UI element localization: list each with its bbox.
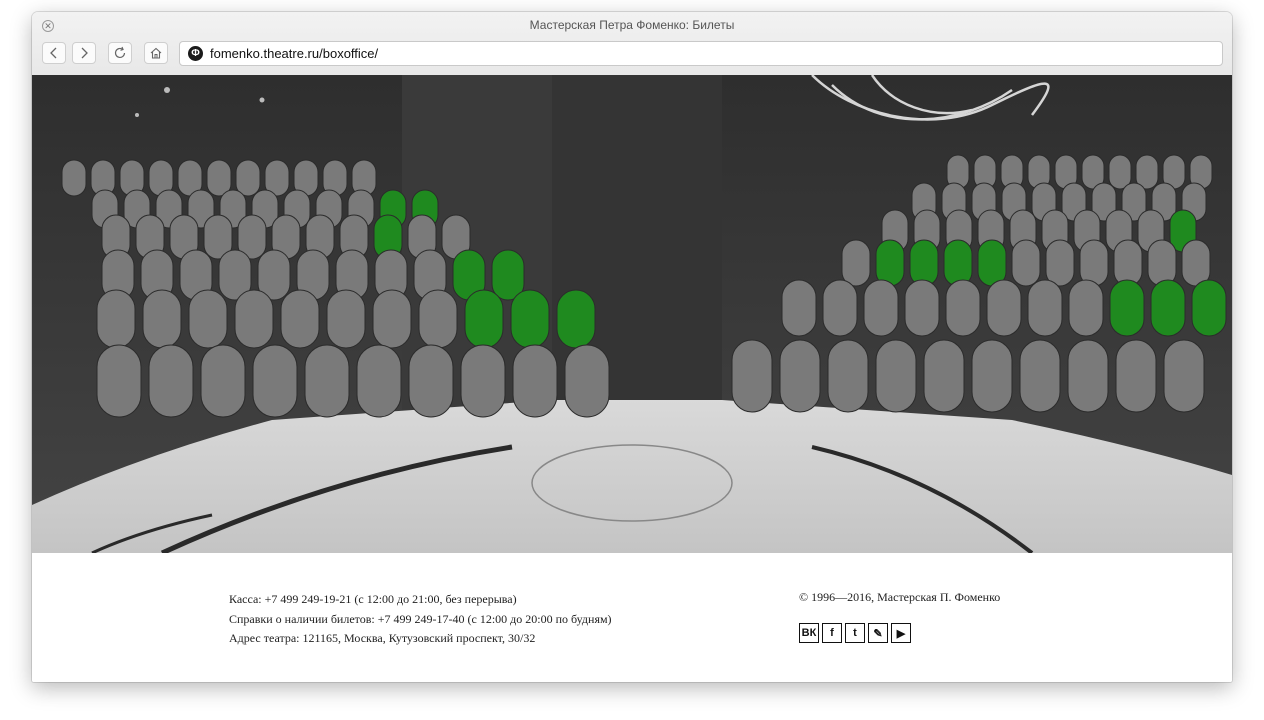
window-title: Мастерская Петра Фоменко: Билеты [529,18,735,32]
seat [1115,339,1157,413]
seat [356,344,402,418]
seat [1068,279,1104,337]
seat [875,239,905,287]
facebook-icon[interactable]: f [822,623,842,643]
seat [252,344,298,418]
seat [1108,154,1132,190]
seat [235,159,261,197]
seat [875,339,917,413]
title-bar: ✕ Мастерская Петра Фоменко: Билеты Ф fom… [32,12,1232,76]
youtube-icon[interactable]: ▶ [891,623,911,643]
reload-icon [114,46,126,59]
seat [564,344,610,418]
seat [188,289,228,349]
seat [304,344,350,418]
copyright-text: © 1996—2016, Мастерская П. Фоменко [799,590,1001,604]
browser-window: ✕ Мастерская Петра Фоменко: Билеты Ф fom… [32,12,1232,682]
seat [408,344,454,418]
seat [781,279,817,337]
seat [372,289,412,349]
seat [1011,239,1041,287]
page-footer: Касса: +7 499 249-19-21 (с 12:00 до 21:0… [32,553,1232,682]
url-text[interactable]: fomenko.theatre.ru/boxoffice/ [210,46,378,61]
seat [464,289,504,349]
seat [148,344,194,418]
seat [779,339,821,413]
box-office-phone: Касса: +7 499 249-19-21 (с 12:00 до 21:0… [229,592,517,606]
seat [491,249,525,301]
seat [1079,239,1109,287]
seat [234,289,274,349]
seat [200,344,246,418]
seat [841,239,871,287]
livejournal-icon[interactable]: ✎ [868,623,888,643]
seat [512,344,558,418]
home-button[interactable] [144,42,168,64]
forward-button[interactable] [72,42,96,64]
theatre-address: Адрес театра: 121165, Москва, Кутузовски… [229,631,536,645]
chevron-left-icon [50,47,57,59]
seat [326,289,366,349]
seat [986,279,1022,337]
seat [1045,239,1075,287]
seat [731,339,773,413]
vk-icon[interactable]: ВК [799,623,819,643]
home-icon [150,47,162,59]
availability-phone: Справки о наличии билетов: +7 499 249-17… [229,611,612,626]
site-favicon-icon: Ф [188,46,203,61]
seat [206,159,232,197]
contact-info: Касса: +7 499 249-19-21 (с 12:00 до 21:0… [229,590,612,649]
chevron-right-icon [81,47,88,59]
seat [822,279,858,337]
twitter-icon[interactable]: t [845,623,865,643]
seat [904,279,940,337]
seat [971,339,1013,413]
seat [945,279,981,337]
seat [909,239,939,287]
seat [1163,339,1205,413]
reload-button[interactable] [108,42,132,64]
seat [827,339,869,413]
seat [280,289,320,349]
seat [863,279,899,337]
back-button[interactable] [42,42,66,64]
seat [96,344,142,418]
seat [460,344,506,418]
seat [1113,239,1143,287]
address-bar[interactable]: Ф fomenko.theatre.ru/boxoffice/ [179,41,1223,66]
seat [1147,239,1177,287]
seat [142,289,182,349]
seat [1019,339,1061,413]
seat [1109,279,1145,337]
seat [977,239,1007,287]
seat [61,159,87,197]
seat [96,289,136,349]
seat [943,239,973,287]
social-links: ВК f t ✎ ▶ [799,623,911,643]
seat [1191,279,1227,337]
seat [923,339,965,413]
seat [1150,279,1186,337]
seat [418,289,458,349]
seat [510,289,550,349]
seat [1067,339,1109,413]
seat [556,289,596,349]
seating-hero-image [32,75,1232,553]
seat [1027,279,1063,337]
seat [1181,239,1211,287]
theatre-hall-illustration [32,75,1232,553]
